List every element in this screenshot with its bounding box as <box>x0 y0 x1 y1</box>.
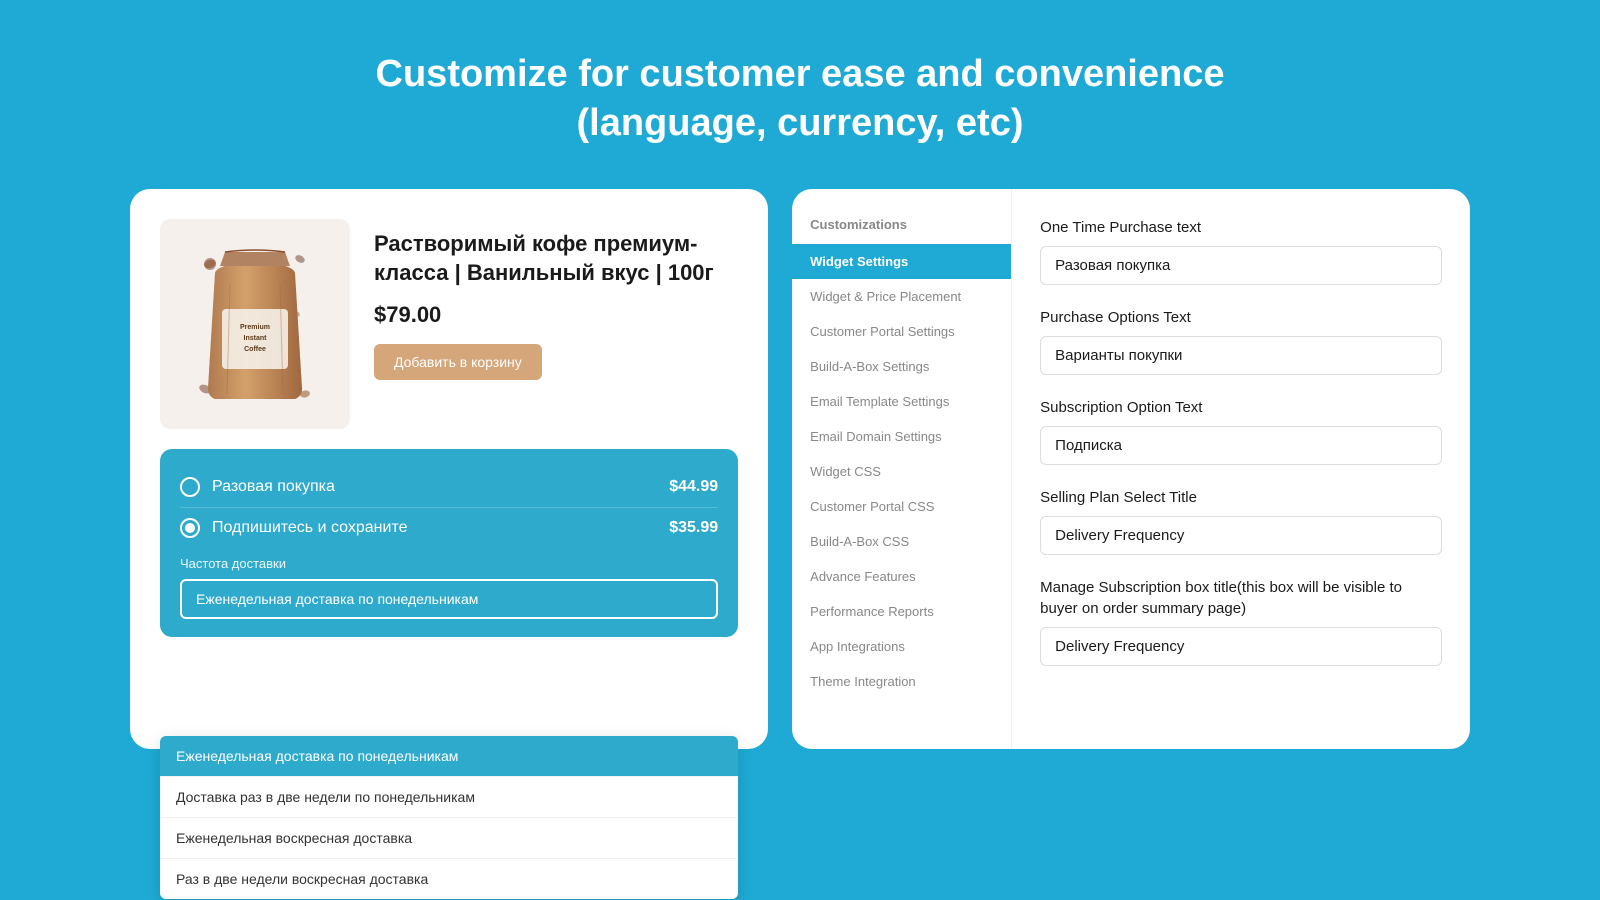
dropdown-item-3[interactable]: Раз в две недели воскресная доставка <box>160 859 738 899</box>
one-time-option[interactable]: Разовая покупка $44.99 <box>180 467 718 508</box>
dropdown-popup: Еженедельная доставка по понедельникам Д… <box>160 734 738 899</box>
dropdown-item-2[interactable]: Еженедельная воскресная доставка <box>160 818 738 859</box>
customizations-card: Customizations Widget SettingsWidget & P… <box>792 189 1470 749</box>
product-info: Растворимый кофе премиум-класса | Ваниль… <box>374 219 738 380</box>
sidebar-item-widget-price[interactable]: Widget & Price Placement <box>792 279 1011 314</box>
product-title: Растворимый кофе премиум-класса | Ваниль… <box>374 229 738 288</box>
sidebar-item-widget-settings[interactable]: Widget Settings <box>792 244 1011 279</box>
setting-group-selling-plan: Selling Plan Select Title <box>1040 487 1442 555</box>
setting-input-purchase-options[interactable] <box>1040 336 1442 375</box>
sidebar-item-app-integrations[interactable]: App Integrations <box>792 629 1011 664</box>
coffee-bag-svg: Premium Instant Coffee <box>190 234 320 414</box>
subscribe-radio[interactable] <box>180 518 200 538</box>
headline-line1: Customize for customer ease and convenie… <box>376 53 1225 95</box>
setting-group-manage-subscription: Manage Subscription box title(this box w… <box>1040 577 1442 666</box>
settings-panel: One Time Purchase text Purchase Options T… <box>1012 189 1470 749</box>
setting-group-one-time-purchase: One Time Purchase text <box>1040 217 1442 285</box>
sidebar-item-email-template[interactable]: Email Template Settings <box>792 384 1011 419</box>
dropdown-selected[interactable]: Еженедельная доставка по понедельникам <box>180 579 718 619</box>
product-price: $79.00 <box>374 302 738 328</box>
main-headline: Customize for customer ease and convenie… <box>376 50 1225 149</box>
setting-group-purchase-options: Purchase Options Text <box>1040 307 1442 375</box>
setting-label-manage-subscription: Manage Subscription box title(this box w… <box>1040 577 1442 619</box>
sidebar-item-advance-features[interactable]: Advance Features <box>792 559 1011 594</box>
frequency-label: Частота доставки <box>180 556 718 571</box>
sidebar-item-customer-portal-css[interactable]: Customer Portal CSS <box>792 489 1011 524</box>
sidebar-section-title: Customizations <box>792 217 1011 232</box>
settings-fields-container: One Time Purchase text Purchase Options T… <box>1040 217 1442 666</box>
product-card: Premium Instant Coffee Растворимый кофе … <box>130 189 768 749</box>
subscribe-label: Подпишитесь и сохраните <box>212 519 407 537</box>
subscribe-option[interactable]: Подпишитесь и сохраните $35.99 <box>180 508 718 548</box>
setting-label-one-time-purchase: One Time Purchase text <box>1040 217 1442 238</box>
svg-text:Premium: Premium <box>240 324 270 331</box>
setting-label-purchase-options: Purchase Options Text <box>1040 307 1442 328</box>
subscribe-price: $35.99 <box>669 519 718 537</box>
dropdown-item-1[interactable]: Доставка раз в две недели по понедельник… <box>160 777 738 818</box>
add-to-cart-button[interactable]: Добавить в корзину <box>374 344 542 380</box>
setting-input-selling-plan[interactable] <box>1040 516 1442 555</box>
setting-input-manage-subscription[interactable] <box>1040 627 1442 666</box>
sidebar-item-customer-portal[interactable]: Customer Portal Settings <box>792 314 1011 349</box>
setting-input-subscription-option[interactable] <box>1040 426 1442 465</box>
sidebar-item-theme-integration[interactable]: Theme Integration <box>792 664 1011 699</box>
nav-items-container: Widget SettingsWidget & Price PlacementC… <box>792 244 1011 699</box>
subscription-widget: Разовая покупка $44.99 Подпишитесь и сох… <box>160 449 738 637</box>
sidebar-item-build-a-box[interactable]: Build-A-Box Settings <box>792 349 1011 384</box>
cards-container: Premium Instant Coffee Растворимый кофе … <box>130 189 1470 749</box>
selected-option-text: Еженедельная доставка по понедельникам <box>196 591 478 607</box>
frequency-dropdown-container: Еженедельная доставка по понедельникам <box>180 579 718 619</box>
subscribe-option-left: Подпишитесь и сохраните <box>180 518 407 538</box>
sidebar-item-performance-reports[interactable]: Performance Reports <box>792 594 1011 629</box>
one-time-option-left: Разовая покупка <box>180 477 335 497</box>
sidebar-item-email-domain[interactable]: Email Domain Settings <box>792 419 1011 454</box>
one-time-price: $44.99 <box>669 478 718 496</box>
sidebar-nav: Customizations Widget SettingsWidget & P… <box>792 189 1012 749</box>
sidebar-item-build-a-box-css[interactable]: Build-A-Box CSS <box>792 524 1011 559</box>
setting-label-subscription-option: Subscription Option Text <box>1040 397 1442 418</box>
dropdown-item-0[interactable]: Еженедельная доставка по понедельникам <box>160 736 738 777</box>
setting-input-one-time-purchase[interactable] <box>1040 246 1442 285</box>
product-top: Premium Instant Coffee Растворимый кофе … <box>160 219 738 429</box>
svg-text:Coffee: Coffee <box>244 346 266 353</box>
sidebar-item-widget-css[interactable]: Widget CSS <box>792 454 1011 489</box>
svg-text:Instant: Instant <box>244 335 268 342</box>
one-time-label: Разовая покупка <box>212 478 335 496</box>
headline-line2: (language, currency, etc) <box>577 102 1024 144</box>
dropdown-list: Еженедельная доставка по понедельникам Д… <box>160 736 738 899</box>
setting-label-selling-plan: Selling Plan Select Title <box>1040 487 1442 508</box>
setting-group-subscription-option: Subscription Option Text <box>1040 397 1442 465</box>
one-time-radio[interactable] <box>180 477 200 497</box>
product-image: Premium Instant Coffee <box>160 219 350 429</box>
